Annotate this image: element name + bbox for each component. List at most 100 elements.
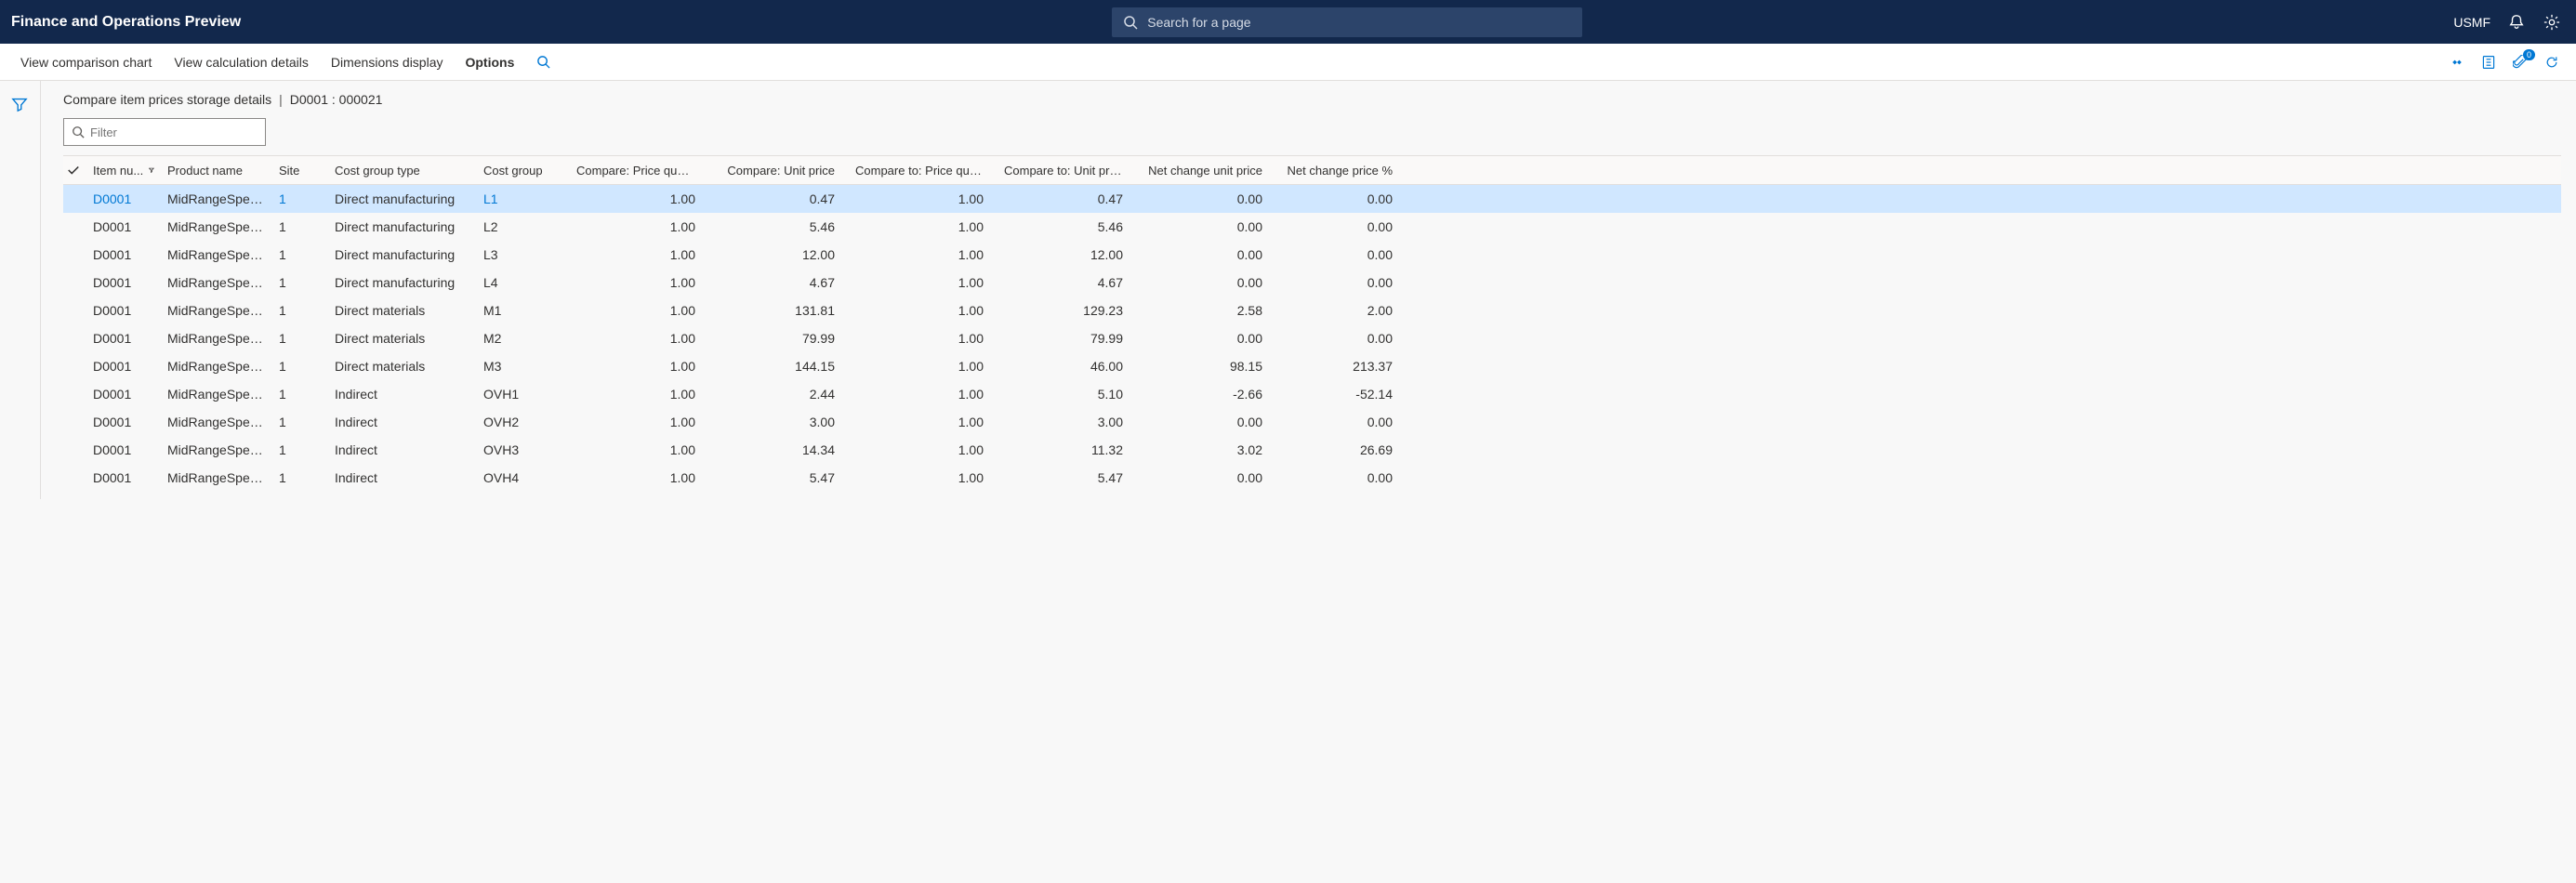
cell-site[interactable]: 1 bbox=[275, 415, 331, 429]
table-row[interactable]: D0001MidRangeSpeak...1IndirectOVH41.005.… bbox=[63, 464, 2561, 492]
action-right-icons: 0 bbox=[2448, 53, 2567, 72]
cell-site[interactable]: 1 bbox=[275, 331, 331, 346]
open-office-icon[interactable] bbox=[2479, 53, 2498, 72]
cell-compare-to-price-quantity: 1.00 bbox=[852, 387, 1000, 402]
cell-item[interactable]: D0001 bbox=[89, 415, 164, 429]
view-comparison-chart-button[interactable]: View comparison chart bbox=[9, 55, 163, 70]
col-item-number[interactable]: Item nu... bbox=[89, 164, 164, 178]
search-icon bbox=[1123, 15, 1138, 30]
col-product-name[interactable]: Product name bbox=[164, 164, 275, 178]
cell-cost-group[interactable]: OVH1 bbox=[480, 387, 573, 402]
column-filter-icon bbox=[149, 165, 154, 175]
cell-compare-to-price-quantity: 1.00 bbox=[852, 415, 1000, 429]
table-row[interactable]: D0001MidRangeSpeak...1IndirectOVH21.003.… bbox=[63, 408, 2561, 436]
col-net-change-price-percent[interactable]: Net change price % bbox=[1279, 164, 1409, 178]
col-compare-to-unit-price[interactable]: Compare to: Unit price bbox=[1000, 164, 1140, 178]
cell-item[interactable]: D0001 bbox=[89, 331, 164, 346]
cell-site[interactable]: 1 bbox=[275, 219, 331, 234]
cell-compare-unit-price: 14.34 bbox=[712, 442, 852, 457]
cell-compare-to-unit-price: 4.67 bbox=[1000, 275, 1140, 290]
cell-cost-group[interactable]: OVH3 bbox=[480, 442, 573, 457]
cell-net-change-unit-price: 2.58 bbox=[1140, 303, 1279, 318]
refresh-icon[interactable] bbox=[2543, 53, 2561, 72]
grid-filter[interactable] bbox=[63, 118, 266, 146]
cell-net-change-price-percent: 0.00 bbox=[1279, 247, 1409, 262]
content: Compare item prices storage details | D0… bbox=[41, 81, 2576, 499]
cell-item[interactable]: D0001 bbox=[89, 470, 164, 485]
cell-cost-group[interactable]: L4 bbox=[480, 275, 573, 290]
cell-compare-to-price-quantity: 1.00 bbox=[852, 359, 1000, 374]
cell-site[interactable]: 1 bbox=[275, 191, 331, 206]
cell-compare-price-quantity: 1.00 bbox=[573, 303, 712, 318]
col-compare-price-quantity[interactable]: Compare: Price quantity bbox=[573, 164, 712, 178]
cell-cost-group[interactable]: M2 bbox=[480, 331, 573, 346]
cell-item[interactable]: D0001 bbox=[89, 247, 164, 262]
cell-item[interactable]: D0001 bbox=[89, 359, 164, 374]
extension-icon[interactable] bbox=[2448, 53, 2466, 72]
top-right: USMF bbox=[2453, 13, 2567, 32]
cell-cost-group[interactable]: L3 bbox=[480, 247, 573, 262]
col-compare-to-price-quantity[interactable]: Compare to: Price quantity bbox=[852, 164, 1000, 178]
cell-compare-to-price-quantity: 1.00 bbox=[852, 303, 1000, 318]
table-row[interactable]: D0001MidRangeSpeak...1IndirectOVH11.002.… bbox=[63, 380, 2561, 408]
col-site[interactable]: Site bbox=[275, 164, 331, 178]
col-cost-group-type[interactable]: Cost group type bbox=[331, 164, 480, 178]
cell-item[interactable]: D0001 bbox=[89, 442, 164, 457]
table-row[interactable]: D0001MidRangeSpeak...1Direct materialsM2… bbox=[63, 324, 2561, 352]
view-calculation-details-button[interactable]: View calculation details bbox=[163, 55, 320, 70]
table-row[interactable]: D0001MidRangeSpeak...1Direct manufacturi… bbox=[63, 213, 2561, 241]
dimensions-display-button[interactable]: Dimensions display bbox=[320, 55, 455, 70]
cell-site[interactable]: 1 bbox=[275, 387, 331, 402]
cell-item[interactable]: D0001 bbox=[89, 387, 164, 402]
table-row[interactable]: D0001MidRangeSpeak...1Direct manufacturi… bbox=[63, 241, 2561, 269]
notification-icon[interactable] bbox=[2507, 13, 2526, 32]
cell-compare-to-unit-price: 46.00 bbox=[1000, 359, 1140, 374]
filter-pane-icon[interactable] bbox=[11, 96, 30, 114]
gear-icon[interactable] bbox=[2543, 13, 2561, 32]
cell-cost-group[interactable]: L1 bbox=[480, 191, 573, 206]
check-icon bbox=[67, 164, 80, 177]
options-button[interactable]: Options bbox=[454, 55, 525, 70]
action-search-icon[interactable] bbox=[525, 55, 561, 69]
cell-cost-group[interactable]: OVH2 bbox=[480, 415, 573, 429]
cell-item[interactable]: D0001 bbox=[89, 219, 164, 234]
cell-item[interactable]: D0001 bbox=[89, 303, 164, 318]
cell-item[interactable]: D0001 bbox=[89, 191, 164, 206]
cell-cost-group-type: Direct manufacturing bbox=[331, 191, 480, 206]
cell-compare-unit-price: 0.47 bbox=[712, 191, 852, 206]
table-row[interactable]: D0001MidRangeSpeak...1Direct materialsM1… bbox=[63, 297, 2561, 324]
action-bar: View comparison chart View calculation d… bbox=[0, 44, 2576, 81]
cell-site[interactable]: 1 bbox=[275, 442, 331, 457]
global-search[interactable]: Search for a page bbox=[1112, 7, 1582, 37]
cell-cost-group[interactable]: M3 bbox=[480, 359, 573, 374]
cell-compare-price-quantity: 1.00 bbox=[573, 247, 712, 262]
cell-site[interactable]: 1 bbox=[275, 470, 331, 485]
cell-site[interactable]: 1 bbox=[275, 247, 331, 262]
col-compare-unit-price[interactable]: Compare: Unit price bbox=[712, 164, 852, 178]
cell-cost-group[interactable]: L2 bbox=[480, 219, 573, 234]
grid: Item nu... Product name Site Cost group … bbox=[63, 155, 2561, 492]
table-row[interactable]: D0001MidRangeSpeak...1Direct manufacturi… bbox=[63, 185, 2561, 213]
table-row[interactable]: D0001MidRangeSpeak...1Direct manufacturi… bbox=[63, 269, 2561, 297]
attachments-icon[interactable]: 0 bbox=[2511, 53, 2530, 72]
cell-compare-to-price-quantity: 1.00 bbox=[852, 442, 1000, 457]
cell-site[interactable]: 1 bbox=[275, 359, 331, 374]
cell-cost-group[interactable]: OVH4 bbox=[480, 470, 573, 485]
cell-cost-group-type: Indirect bbox=[331, 415, 480, 429]
cell-compare-unit-price: 79.99 bbox=[712, 331, 852, 346]
grid-header: Item nu... Product name Site Cost group … bbox=[63, 155, 2561, 185]
company-code[interactable]: USMF bbox=[2453, 15, 2490, 30]
breadcrumb-separator: | bbox=[277, 92, 284, 107]
col-select-all[interactable] bbox=[63, 164, 89, 177]
cell-cost-group[interactable]: M1 bbox=[480, 303, 573, 318]
table-row[interactable]: D0001MidRangeSpeak...1IndirectOVH31.0014… bbox=[63, 436, 2561, 464]
cell-item[interactable]: D0001 bbox=[89, 275, 164, 290]
col-cost-group[interactable]: Cost group bbox=[480, 164, 573, 178]
cell-net-change-unit-price: 0.00 bbox=[1140, 247, 1279, 262]
filter-input[interactable] bbox=[90, 125, 258, 139]
col-net-change-unit-price[interactable]: Net change unit price bbox=[1140, 164, 1279, 178]
cell-site[interactable]: 1 bbox=[275, 275, 331, 290]
table-row[interactable]: D0001MidRangeSpeak...1Direct materialsM3… bbox=[63, 352, 2561, 380]
cell-compare-unit-price: 5.47 bbox=[712, 470, 852, 485]
cell-site[interactable]: 1 bbox=[275, 303, 331, 318]
